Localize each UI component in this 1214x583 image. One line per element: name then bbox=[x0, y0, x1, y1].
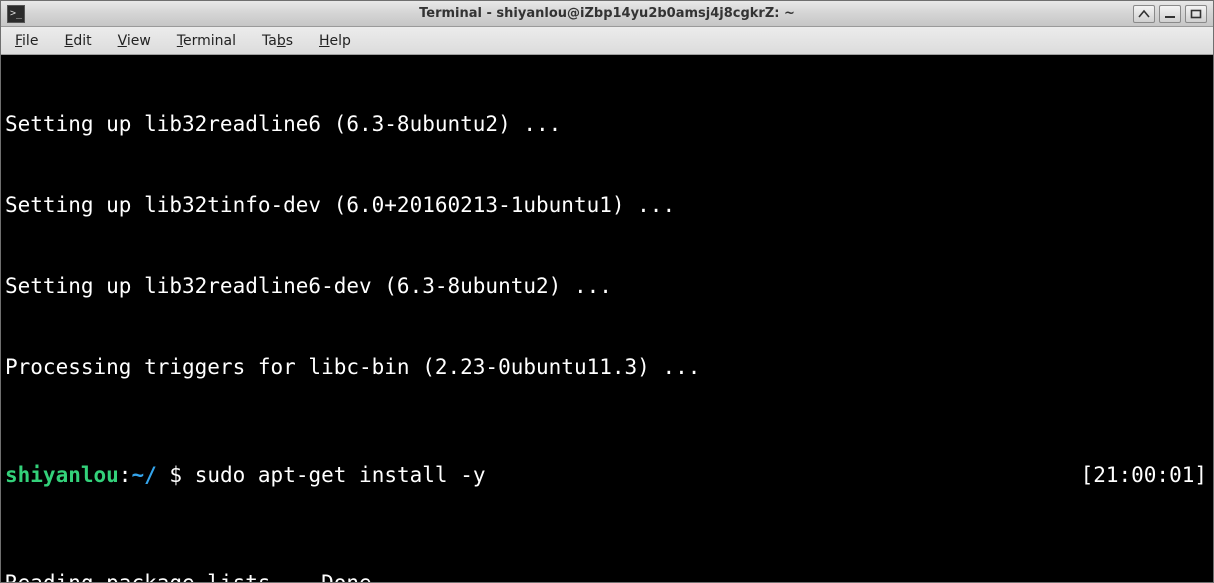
menubar: File Edit View Terminal Tabs Help bbox=[1, 27, 1213, 55]
menu-edit[interactable]: Edit bbox=[58, 31, 97, 51]
output-line: Processing triggers for libc-bin (2.23-0… bbox=[5, 354, 1209, 381]
timestamp: [21:00:01] bbox=[1081, 462, 1209, 489]
terminal-app-icon: >_ bbox=[7, 5, 25, 23]
window-controls bbox=[1133, 5, 1213, 23]
command-text: sudo apt-get install -y bbox=[195, 463, 486, 487]
menu-tabs[interactable]: Tabs bbox=[256, 31, 299, 51]
terminal-window: >_ Terminal - shiyanlou@iZbp14yu2b0amsj4… bbox=[0, 0, 1214, 583]
minimize-icon bbox=[1164, 9, 1176, 19]
maximize-icon bbox=[1190, 9, 1202, 19]
titlebar[interactable]: >_ Terminal - shiyanlou@iZbp14yu2b0amsj4… bbox=[1, 1, 1213, 27]
output-line: Reading package lists... Done bbox=[5, 570, 1209, 582]
output-line: Setting up lib32tinfo-dev (6.0+20160213-… bbox=[5, 192, 1209, 219]
prompt-line: shiyanlou:~/ $ sudo apt-get install -y [… bbox=[5, 462, 1209, 489]
menu-help[interactable]: Help bbox=[313, 31, 357, 51]
prompt-user: shiyanlou bbox=[5, 463, 119, 487]
output-line: Setting up lib32readline6 (6.3-8ubuntu2)… bbox=[5, 111, 1209, 138]
menu-view[interactable]: View bbox=[112, 31, 157, 51]
rollup-icon bbox=[1138, 9, 1150, 19]
prompt-path: ~/ bbox=[131, 463, 156, 487]
rollup-button[interactable] bbox=[1133, 5, 1155, 23]
minimize-button[interactable] bbox=[1159, 5, 1181, 23]
terminal-viewport[interactable]: Setting up lib32readline6 (6.3-8ubuntu2)… bbox=[1, 55, 1213, 582]
maximize-button[interactable] bbox=[1185, 5, 1207, 23]
menu-terminal[interactable]: Terminal bbox=[171, 31, 242, 51]
menu-file[interactable]: File bbox=[9, 31, 44, 51]
window-title: Terminal - shiyanlou@iZbp14yu2b0amsj4j8c… bbox=[1, 6, 1213, 21]
output-line: Setting up lib32readline6-dev (6.3-8ubun… bbox=[5, 273, 1209, 300]
